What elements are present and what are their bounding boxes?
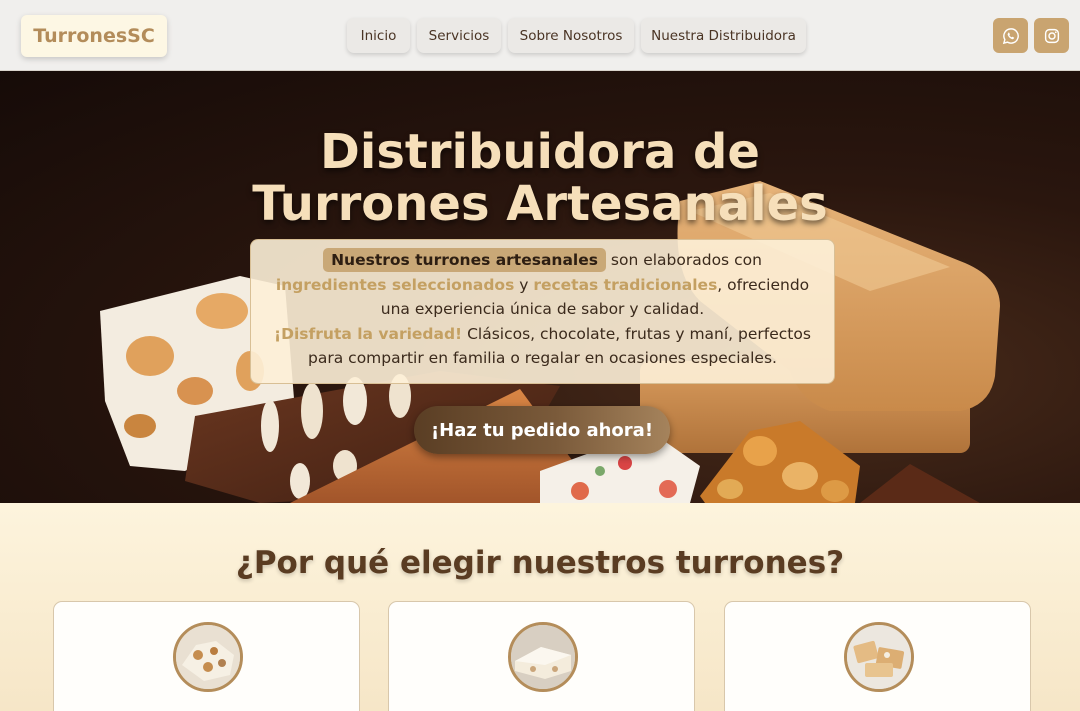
desc-text-2: y [514, 275, 534, 294]
instagram-button[interactable] [1034, 18, 1069, 53]
hero-section: Distribuidora de Turrones Artesanales Nu… [0, 71, 1080, 503]
hero-title: Distribuidora de Turrones Artesanales [0, 126, 1080, 230]
feature-card [388, 601, 695, 711]
nav-link-servicios[interactable]: Servicios [417, 18, 501, 53]
highlight-pill: Nuestros turrones artesanales [323, 248, 606, 272]
desc-gold-2: recetas tradicionales [533, 275, 718, 294]
whatsapp-icon [1002, 27, 1019, 44]
nav-link-nuestra-distribuidora[interactable]: Nuestra Distribuidora [641, 18, 806, 53]
order-now-button[interactable]: ¡Haz tu pedido ahora! [414, 406, 670, 454]
brand-logo[interactable]: TurronesSC [21, 15, 167, 57]
instagram-icon [1044, 28, 1059, 43]
desc-gold-1: ingredientes seleccionados [275, 275, 515, 294]
whatsapp-button[interactable] [993, 18, 1028, 53]
feature-image [508, 622, 578, 692]
hero-description: Nuestros turrones artesanales son elabor… [250, 239, 835, 384]
nav-link-sobre-nosotros[interactable]: Sobre Nosotros [508, 18, 634, 53]
navbar: TurronesSC Inicio Servicios Sobre Nosotr… [0, 0, 1080, 71]
hero-title-line1: Distribuidora de [320, 124, 760, 180]
feature-image [173, 622, 243, 692]
feature-card [724, 601, 1031, 711]
why-section: ¿Por qué elegir nuestros turrones? [0, 503, 1080, 711]
feature-image [844, 622, 914, 692]
why-title: ¿Por qué elegir nuestros turrones? [235, 545, 845, 581]
nav-link-inicio[interactable]: Inicio [347, 18, 410, 53]
feature-card [53, 601, 360, 711]
desc-gold-3: ¡Disfruta la variedad! [274, 324, 463, 343]
desc-text-1: son elaborados con [605, 251, 762, 269]
hero-title-line2: Turrones Artesanales [252, 176, 828, 232]
